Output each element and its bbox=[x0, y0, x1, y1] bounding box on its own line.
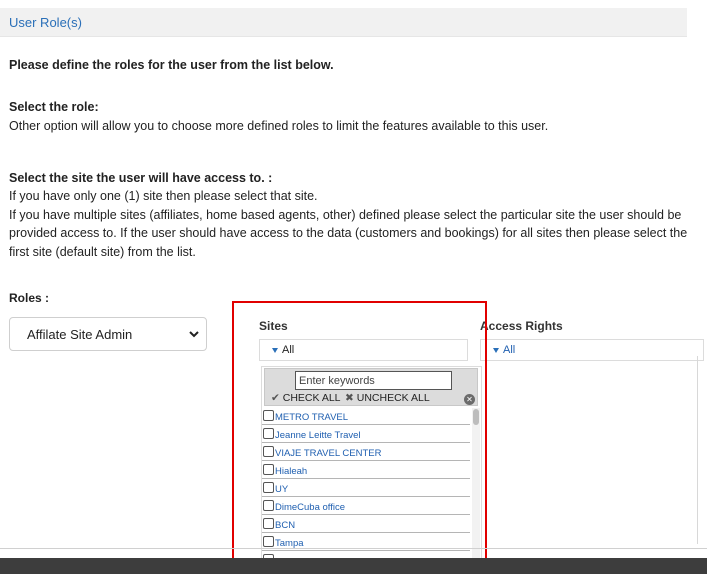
chevron-down-icon bbox=[189, 331, 199, 338]
role-help-heading: Select the role: bbox=[9, 100, 99, 114]
site-help-line-4: first site (default site) from the list. bbox=[9, 245, 196, 259]
list-item[interactable]: UY bbox=[262, 480, 470, 497]
section-title: User Role(s) bbox=[9, 15, 82, 30]
checkbox[interactable] bbox=[263, 518, 274, 529]
uncheck-all-button[interactable]: ✖ UNCHECK ALL bbox=[345, 392, 430, 404]
site-option-label: DimeCuba office bbox=[275, 502, 346, 513]
list-item[interactable]: Jeanne Leitte Travel bbox=[262, 426, 470, 443]
list-item[interactable]: METRO TRAVEL bbox=[262, 408, 470, 425]
checkbox[interactable] bbox=[263, 500, 274, 511]
checkmark-icon: ✔ bbox=[271, 392, 280, 404]
site-help-line-1: If you have only one (1) site then pleas… bbox=[9, 189, 318, 203]
footer-bar bbox=[0, 558, 707, 574]
checkbox[interactable] bbox=[263, 410, 274, 421]
roles-select-value: Affilate Site Admin bbox=[27, 327, 133, 342]
sites-multiselect-button[interactable]: All bbox=[259, 339, 468, 361]
list-item[interactable]: DimeCuba office bbox=[262, 498, 470, 515]
checkbox[interactable] bbox=[263, 446, 274, 457]
scrollbar-thumb[interactable] bbox=[473, 409, 479, 425]
roles-label: Roles : bbox=[9, 291, 50, 305]
sites-option-list: METRO TRAVEL Jeanne Leitte Travel VIAJE … bbox=[262, 408, 470, 562]
checkbox[interactable] bbox=[263, 536, 274, 547]
sites-dropdown-panel: ✔ CHECK ALL ✖ UNCHECK ALL ✕ METRO TRAVEL… bbox=[261, 366, 482, 563]
sites-dropdown-toolbar: ✔ CHECK ALL ✖ UNCHECK ALL ✕ bbox=[264, 368, 478, 406]
site-help-line-3: provided access to. If the user should h… bbox=[9, 226, 688, 240]
divider bbox=[697, 356, 698, 544]
role-help-text: Other option will allow you to choose mo… bbox=[9, 119, 549, 133]
access-rights-selected-value: All bbox=[503, 344, 516, 356]
x-mark-icon: ✖ bbox=[345, 392, 354, 404]
caret-down-icon bbox=[272, 348, 278, 353]
site-option-label: Hialeah bbox=[275, 466, 308, 477]
access-rights-label: Access Rights bbox=[480, 319, 563, 333]
roles-select[interactable]: Affilate Site Admin bbox=[9, 317, 207, 351]
site-help-heading: Select the site the user will have acces… bbox=[9, 171, 273, 185]
site-option-label: VIAJE TRAVEL CENTER bbox=[275, 448, 382, 459]
checkbox[interactable] bbox=[263, 482, 274, 493]
sites-selected-value: All bbox=[282, 344, 295, 356]
intro-text: Please define the roles for the user fro… bbox=[9, 58, 334, 72]
sites-search-input[interactable] bbox=[295, 371, 452, 390]
check-all-button[interactable]: ✔ CHECK ALL bbox=[271, 392, 341, 404]
list-item[interactable]: BCN bbox=[262, 516, 470, 533]
list-item[interactable]: Hialeah bbox=[262, 462, 470, 479]
checkbox[interactable] bbox=[263, 464, 274, 475]
site-option-label: BCN bbox=[275, 520, 296, 531]
close-icon[interactable]: ✕ bbox=[464, 394, 475, 405]
check-all-label: CHECK ALL bbox=[282, 392, 341, 404]
site-option-label: Jeanne Leitte Travel bbox=[275, 430, 361, 441]
sites-label: Sites bbox=[259, 319, 288, 333]
site-option-label: UY bbox=[275, 484, 289, 495]
checkbox[interactable] bbox=[263, 428, 274, 439]
site-help-line-2: If you have multiple sites (affiliates, … bbox=[9, 208, 682, 222]
access-rights-multiselect-button[interactable]: All bbox=[480, 339, 704, 361]
site-option-label: METRO TRAVEL bbox=[275, 412, 349, 423]
list-scrollbar[interactable] bbox=[472, 408, 480, 562]
caret-down-icon bbox=[493, 348, 499, 353]
list-item[interactable]: VIAJE TRAVEL CENTER bbox=[262, 444, 470, 461]
uncheck-all-label: UNCHECK ALL bbox=[356, 392, 430, 404]
section-header: User Role(s) bbox=[0, 8, 687, 37]
divider bbox=[0, 548, 707, 549]
